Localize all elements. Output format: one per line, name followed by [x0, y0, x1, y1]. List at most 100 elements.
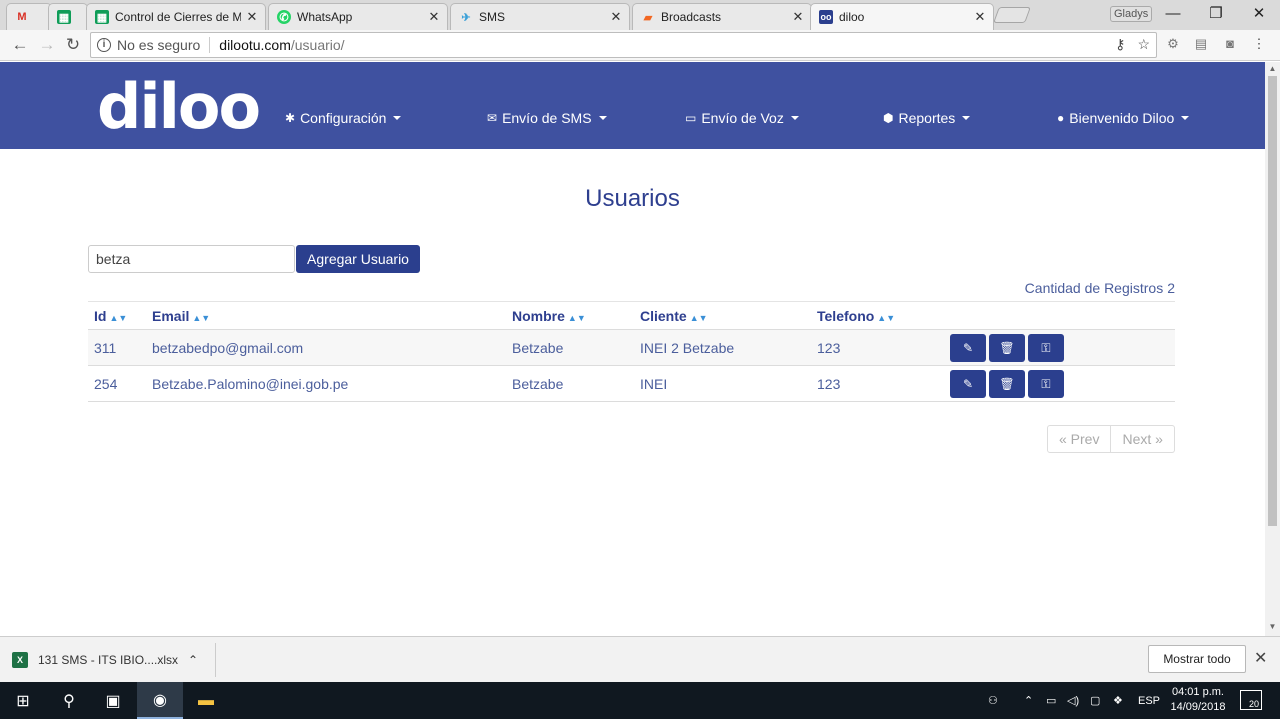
tab-control-de-cierres[interactable]: ▦ Control de Cierres de Me ✕: [86, 3, 266, 30]
address-bar[interactable]: i No es seguro dilootu.com/usuario/ ⚷ ☆: [90, 32, 1157, 58]
profile-button[interactable]: Gladys: [1110, 6, 1153, 22]
search-input[interactable]: [88, 245, 295, 273]
user-icon: ●: [1057, 111, 1065, 125]
clock-time: 04:01 p.m.: [1172, 686, 1224, 698]
page-scrollbar[interactable]: ▲ ▼: [1265, 62, 1280, 636]
sort-icon: ▲▼: [877, 312, 896, 323]
star-icon[interactable]: ☆: [1137, 36, 1150, 53]
diloo-logo[interactable]: diloo: [97, 70, 261, 143]
minimize-icon[interactable]: —: [1160, 3, 1186, 25]
show-all-button[interactable]: Mostrar todo: [1148, 645, 1246, 673]
prev-page-button[interactable]: « Prev: [1047, 425, 1112, 453]
column-header-nombre[interactable]: Nombre ▲▼: [506, 301, 634, 330]
sort-icon: ▲▼: [567, 312, 586, 323]
forward-icon[interactable]: →: [36, 34, 58, 56]
people-icon[interactable]: ⚇: [988, 682, 998, 719]
delete-button[interactable]: 🗑: [989, 333, 1025, 362]
key-button[interactable]: ⚿: [1028, 369, 1064, 398]
restore-icon[interactable]: ❐: [1203, 3, 1229, 25]
tab-gmail[interactable]: M: [6, 3, 52, 30]
trash-icon: 🗑: [999, 376, 1015, 391]
column-header-id[interactable]: Id ▲▼: [88, 301, 146, 330]
info-icon[interactable]: i: [97, 38, 111, 52]
tab-diloo[interactable]: oo diloo ✕: [810, 3, 994, 30]
edit-button[interactable]: ✎: [950, 369, 986, 398]
chrome-icon[interactable]: ◉: [137, 682, 183, 719]
close-icon[interactable]: ✕: [245, 9, 259, 25]
window-close-icon[interactable]: ✕: [1246, 3, 1272, 25]
tray-chevron-icon[interactable]: ⌃: [1024, 682, 1033, 719]
key-button[interactable]: ⚿: [1028, 333, 1064, 362]
chevron-up-icon[interactable]: ⌃: [188, 653, 198, 667]
cell-actions: ✎ 🗑 ⚿: [944, 365, 1175, 402]
menu-icon[interactable]: ⋮: [1250, 36, 1268, 54]
caret-down-icon: [598, 116, 607, 120]
cell-email: Betzabe.Palomino@inei.gob.pe: [146, 365, 506, 402]
next-page-button[interactable]: Next »: [1111, 425, 1175, 453]
back-icon[interactable]: ←: [9, 34, 31, 56]
close-icon[interactable]: ✕: [427, 9, 441, 25]
column-header-cliente[interactable]: Cliente ▲▼: [634, 301, 811, 330]
nav-reportes[interactable]: ⬢ Reportes: [883, 110, 971, 126]
key-icon[interactable]: ⚷: [1115, 36, 1125, 53]
scrollbar-thumb[interactable]: [1268, 76, 1277, 526]
scroll-up-icon[interactable]: ▲: [1265, 64, 1280, 73]
tab-title: diloo: [839, 10, 865, 24]
tab-broadcasts[interactable]: ▰ Broadcasts ✕: [632, 3, 812, 30]
delete-button[interactable]: 🗑: [989, 369, 1025, 398]
nav-user-menu[interactable]: ● Bienvenido Diloo: [1057, 110, 1190, 126]
new-tab-button[interactable]: [993, 7, 1031, 23]
file-explorer-icon[interactable]: ▬: [183, 682, 229, 719]
reader-icon[interactable]: ▤: [1192, 36, 1210, 54]
cell-id: 311: [88, 329, 146, 366]
task-view-icon[interactable]: ▣: [90, 682, 136, 719]
extension-icon[interactable]: ⚙: [1164, 36, 1182, 54]
cell-nombre: Betzabe: [506, 329, 634, 366]
page-title: Usuarios: [585, 185, 680, 212]
browser-tab-strip: M ▦ ▦ Control de Cierres de Me ✕ ✆ Whats…: [0, 0, 1280, 30]
tab-whatsapp[interactable]: ✆ WhatsApp ✕: [268, 3, 448, 30]
close-icon[interactable]: ✕: [1254, 648, 1267, 668]
notifications-icon[interactable]: 20: [1240, 690, 1262, 710]
users-table: Id ▲▼ Email ▲▼ Nombre ▲▼ Cliente ▲▼ Telefono…: [88, 301, 1175, 402]
caret-down-icon: [790, 116, 799, 120]
cell-cliente: INEI: [634, 365, 811, 402]
network-icon[interactable]: ▢: [1090, 682, 1100, 719]
sort-icon: ▲▼: [109, 312, 128, 323]
nav-label: Configuración: [300, 110, 387, 126]
close-icon[interactable]: ✕: [973, 9, 987, 25]
windows-start-icon[interactable]: ⊞: [0, 682, 46, 719]
edit-button[interactable]: ✎: [950, 333, 986, 362]
dropbox-icon[interactable]: ❖: [1113, 682, 1123, 719]
tab-sms[interactable]: ✈ SMS ✕: [450, 3, 630, 30]
reload-icon[interactable]: ↻: [62, 34, 84, 56]
nav-envio-voz[interactable]: ▭ Envío de Voz: [685, 110, 799, 126]
camera-icon[interactable]: ◙: [1221, 36, 1239, 54]
sort-icon: ▲▼: [689, 312, 708, 323]
search-icon[interactable]: ⚲: [46, 682, 92, 719]
envelope-icon: ✉: [487, 111, 498, 125]
notification-count: 20: [1248, 699, 1259, 709]
broadcasts-icon: ▰: [643, 11, 653, 24]
language-indicator[interactable]: ESP: [1138, 682, 1160, 719]
volume-icon[interactable]: ◁): [1067, 682, 1079, 719]
scroll-down-icon[interactable]: ▼: [1265, 622, 1280, 631]
close-icon[interactable]: ✕: [791, 9, 805, 25]
sort-icon: ▲▼: [192, 312, 211, 323]
table-header-row: Id ▲▼ Email ▲▼ Nombre ▲▼ Cliente ▲▼ Telefono…: [88, 301, 1175, 330]
nav-label: Bienvenido Diloo: [1069, 110, 1175, 126]
battery-icon[interactable]: ▭: [1046, 682, 1056, 719]
page-content: diloo ✱ Configuración ✉ Envío de SMS ▭ E…: [0, 62, 1265, 636]
tab-sheets[interactable]: ▦: [48, 3, 88, 30]
close-icon[interactable]: ✕: [609, 9, 623, 25]
add-user-button[interactable]: Agregar Usuario: [296, 245, 420, 273]
cube-icon: ⬢: [883, 111, 894, 125]
nav-envio-sms[interactable]: ✉ Envío de SMS: [487, 110, 607, 126]
nav-configuracion[interactable]: ✱ Configuración: [285, 110, 402, 126]
column-header-email[interactable]: Email ▲▼: [146, 301, 506, 330]
record-count-value: 2: [1167, 280, 1175, 296]
column-header-telefono[interactable]: Telefono ▲▼: [811, 301, 944, 330]
download-item[interactable]: X 131 SMS - ITS IBIO....xlsx ⌃: [12, 647, 198, 673]
system-clock[interactable]: 04:01 p.m. 14/09/2018: [1166, 685, 1230, 715]
site-navbar: diloo ✱ Configuración ✉ Envío de SMS ▭ E…: [0, 62, 1265, 149]
